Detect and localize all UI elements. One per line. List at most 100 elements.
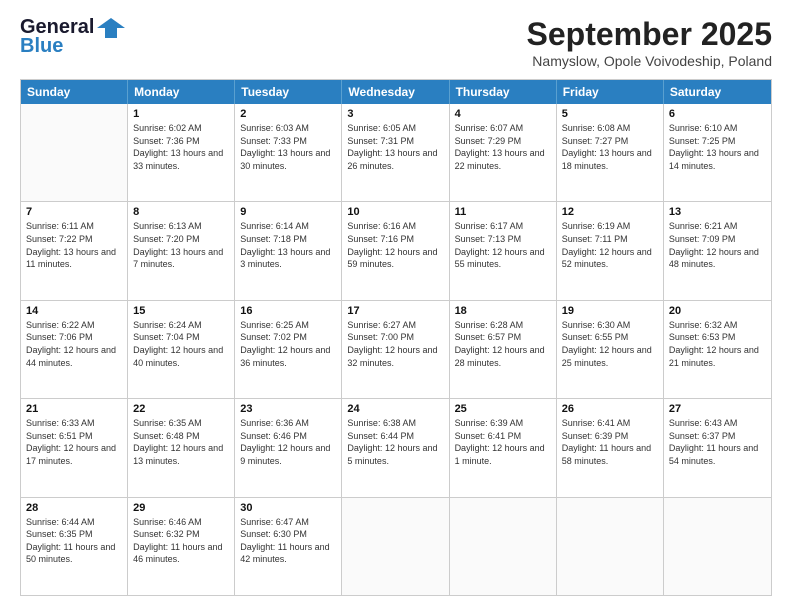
- calendar-cell: 25Sunrise: 6:39 AM Sunset: 6:41 PM Dayli…: [450, 399, 557, 496]
- calendar-cell: 3 Sunrise: 6:05 AM Sunset: 7:31 PM Daylig…: [342, 104, 449, 201]
- day-number: 19: [562, 305, 658, 317]
- calendar-cell: [664, 498, 771, 595]
- day-number: 2: [240, 108, 336, 120]
- calendar-cell: 19 Sunrise: 6:30 AM Sunset: 6:55 PM Dayli…: [557, 301, 664, 398]
- calendar-cell: 6 Sunrise: 6:10 AM Sunset: 7:25 PM Daylig…: [664, 104, 771, 201]
- day-number: 12: [562, 206, 658, 218]
- calendar-cell: 23 Sunrise: 6:36 AM Sunset: 6:46 PM Dayli…: [235, 399, 342, 496]
- day-number: 9: [240, 206, 336, 218]
- day-number: 14: [26, 305, 122, 317]
- day-info: Sunrise: 6:47 AM Sunset: 6:30 PM Dayligh…: [240, 516, 336, 566]
- day-number: 4: [455, 108, 551, 120]
- day-info: Sunrise: 6:36 AM Sunset: 6:46 PM Dayligh…: [240, 417, 336, 467]
- weekday-header-wednesday: Wednesday: [342, 80, 449, 104]
- title-area: September 2025 Namyslow, Opole Voivodesh…: [527, 16, 772, 69]
- weekday-header-monday: Monday: [128, 80, 235, 104]
- weekday-header-saturday: Saturday: [664, 80, 771, 104]
- calendar-cell: 9 Sunrise: 6:14 AM Sunset: 7:18 PM Daylig…: [235, 202, 342, 299]
- calendar-header: SundayMondayTuesdayWednesdayThursdayFrid…: [21, 80, 771, 104]
- calendar-cell: 18 Sunrise: 6:28 AM Sunset: 6:57 PM Dayli…: [450, 301, 557, 398]
- day-number: 23: [240, 403, 336, 415]
- day-number: 13: [669, 206, 766, 218]
- calendar-cell: 22Sunrise: 6:35 AM Sunset: 6:48 PM Dayli…: [128, 399, 235, 496]
- day-info: Sunrise: 6:39 AM Sunset: 6:41 PM Dayligh…: [455, 417, 551, 467]
- day-number: 7: [26, 206, 122, 218]
- weekday-header-thursday: Thursday: [450, 80, 557, 104]
- logo-text-blue: Blue: [20, 35, 63, 58]
- calendar-row-1: 7Sunrise: 6:11 AM Sunset: 7:22 PM Daylig…: [21, 202, 771, 300]
- calendar-cell: 8Sunrise: 6:13 AM Sunset: 7:20 PM Daylig…: [128, 202, 235, 299]
- calendar-cell: [557, 498, 664, 595]
- calendar-cell: 12 Sunrise: 6:19 AM Sunset: 7:11 PM Dayli…: [557, 202, 664, 299]
- day-info: Sunrise: 6:38 AM Sunset: 6:44 PM Dayligh…: [347, 417, 443, 467]
- calendar-cell: 29Sunrise: 6:46 AM Sunset: 6:32 PM Dayli…: [128, 498, 235, 595]
- day-info: Sunrise: 6:28 AM Sunset: 6:57 PM Dayligh…: [455, 319, 551, 369]
- logo-bird-icon: [97, 18, 125, 38]
- calendar-cell: 13 Sunrise: 6:21 AM Sunset: 7:09 PM Dayli…: [664, 202, 771, 299]
- day-number: 30: [240, 502, 336, 514]
- calendar-cell: 14 Sunrise: 6:22 AM Sunset: 7:06 PM Dayli…: [21, 301, 128, 398]
- calendar-cell: 20 Sunrise: 6:32 AM Sunset: 6:53 PM Dayli…: [664, 301, 771, 398]
- calendar-row-3: 21Sunrise: 6:33 AM Sunset: 6:51 PM Dayli…: [21, 399, 771, 497]
- day-number: 26: [562, 403, 658, 415]
- calendar-row-2: 14 Sunrise: 6:22 AM Sunset: 7:06 PM Dayli…: [21, 301, 771, 399]
- calendar: SundayMondayTuesdayWednesdayThursdayFrid…: [20, 79, 772, 596]
- calendar-row-4: 28Sunrise: 6:44 AM Sunset: 6:35 PM Dayli…: [21, 498, 771, 595]
- calendar-row-0: 1Sunrise: 6:02 AM Sunset: 7:36 PM Daylig…: [21, 104, 771, 202]
- day-number: 22: [133, 403, 229, 415]
- day-info: Sunrise: 6:22 AM Sunset: 7:06 PM Dayligh…: [26, 319, 122, 369]
- calendar-body: 1Sunrise: 6:02 AM Sunset: 7:36 PM Daylig…: [21, 104, 771, 595]
- weekday-header-friday: Friday: [557, 80, 664, 104]
- day-info: Sunrise: 6:30 AM Sunset: 6:55 PM Dayligh…: [562, 319, 658, 369]
- day-info: Sunrise: 6:10 AM Sunset: 7:25 PM Dayligh…: [669, 122, 766, 172]
- logo: General Blue: [20, 16, 125, 58]
- day-number: 27: [669, 403, 766, 415]
- day-info: Sunrise: 6:32 AM Sunset: 6:53 PM Dayligh…: [669, 319, 766, 369]
- month-title: September 2025: [527, 16, 772, 53]
- day-info: Sunrise: 6:21 AM Sunset: 7:09 PM Dayligh…: [669, 220, 766, 270]
- day-info: Sunrise: 6:41 AM Sunset: 6:39 PM Dayligh…: [562, 417, 658, 467]
- calendar-cell: 2Sunrise: 6:03 AM Sunset: 7:33 PM Daylig…: [235, 104, 342, 201]
- day-number: 6: [669, 108, 766, 120]
- subtitle: Namyslow, Opole Voivodeship, Poland: [527, 53, 772, 69]
- day-number: 5: [562, 108, 658, 120]
- day-number: 21: [26, 403, 122, 415]
- calendar-cell: 27 Sunrise: 6:43 AM Sunset: 6:37 PM Dayli…: [664, 399, 771, 496]
- calendar-cell: [450, 498, 557, 595]
- calendar-cell: 28Sunrise: 6:44 AM Sunset: 6:35 PM Dayli…: [21, 498, 128, 595]
- page: General Blue September 2025 Namyslow, Op…: [0, 0, 792, 612]
- day-info: Sunrise: 6:05 AM Sunset: 7:31 PM Dayligh…: [347, 122, 443, 172]
- day-number: 15: [133, 305, 229, 317]
- calendar-cell: 5Sunrise: 6:08 AM Sunset: 7:27 PM Daylig…: [557, 104, 664, 201]
- calendar-cell: 30 Sunrise: 6:47 AM Sunset: 6:30 PM Dayli…: [235, 498, 342, 595]
- day-info: Sunrise: 6:43 AM Sunset: 6:37 PM Dayligh…: [669, 417, 766, 467]
- day-number: 20: [669, 305, 766, 317]
- day-info: Sunrise: 6:14 AM Sunset: 7:18 PM Dayligh…: [240, 220, 336, 270]
- day-number: 1: [133, 108, 229, 120]
- weekday-header-sunday: Sunday: [21, 80, 128, 104]
- day-info: Sunrise: 6:19 AM Sunset: 7:11 PM Dayligh…: [562, 220, 658, 270]
- calendar-cell: 11 Sunrise: 6:17 AM Sunset: 7:13 PM Dayli…: [450, 202, 557, 299]
- day-info: Sunrise: 6:46 AM Sunset: 6:32 PM Dayligh…: [133, 516, 229, 566]
- calendar-cell: 24 Sunrise: 6:38 AM Sunset: 6:44 PM Dayli…: [342, 399, 449, 496]
- calendar-cell: 10Sunrise: 6:16 AM Sunset: 7:16 PM Dayli…: [342, 202, 449, 299]
- calendar-cell: 1Sunrise: 6:02 AM Sunset: 7:36 PM Daylig…: [128, 104, 235, 201]
- day-info: Sunrise: 6:13 AM Sunset: 7:20 PM Dayligh…: [133, 220, 229, 270]
- day-info: Sunrise: 6:17 AM Sunset: 7:13 PM Dayligh…: [455, 220, 551, 270]
- calendar-cell: 7Sunrise: 6:11 AM Sunset: 7:22 PM Daylig…: [21, 202, 128, 299]
- header: General Blue September 2025 Namyslow, Op…: [20, 16, 772, 69]
- day-number: 28: [26, 502, 122, 514]
- day-info: Sunrise: 6:25 AM Sunset: 7:02 PM Dayligh…: [240, 319, 336, 369]
- day-number: 18: [455, 305, 551, 317]
- day-info: Sunrise: 6:07 AM Sunset: 7:29 PM Dayligh…: [455, 122, 551, 172]
- day-number: 3: [347, 108, 443, 120]
- day-number: 16: [240, 305, 336, 317]
- day-number: 24: [347, 403, 443, 415]
- calendar-cell: [21, 104, 128, 201]
- day-number: 17: [347, 305, 443, 317]
- day-info: Sunrise: 6:16 AM Sunset: 7:16 PM Dayligh…: [347, 220, 443, 270]
- calendar-cell: 26 Sunrise: 6:41 AM Sunset: 6:39 PM Dayli…: [557, 399, 664, 496]
- day-number: 11: [455, 206, 551, 218]
- weekday-header-tuesday: Tuesday: [235, 80, 342, 104]
- calendar-cell: 15Sunrise: 6:24 AM Sunset: 7:04 PM Dayli…: [128, 301, 235, 398]
